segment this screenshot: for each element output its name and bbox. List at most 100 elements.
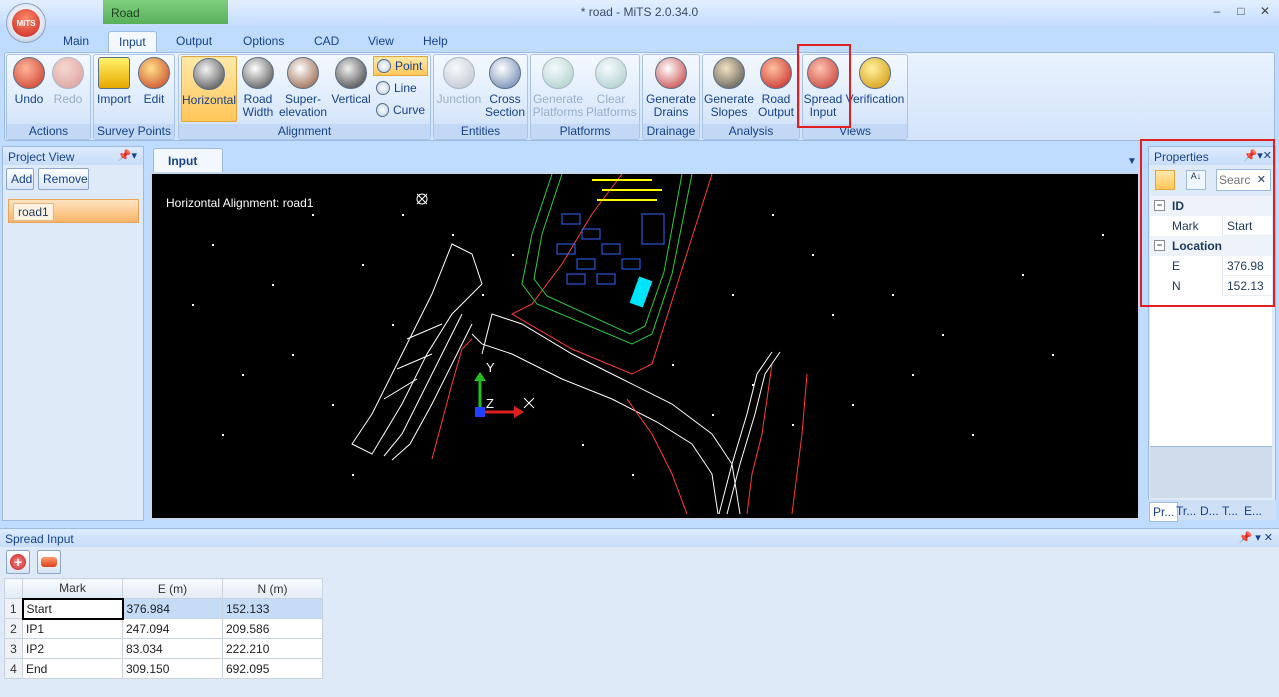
redo-icon: [52, 57, 84, 89]
bottom-tab-d[interactable]: D...: [1197, 502, 1222, 520]
viewport-label: Horizontal Alignment: road1: [166, 196, 314, 210]
add-circle-icon: +: [10, 554, 26, 570]
cross-section-button[interactable]: Cross Section: [484, 56, 526, 122]
bottom-tab-e[interactable]: E...: [1241, 502, 1265, 520]
road-output-button[interactable]: Road Output: [755, 56, 797, 122]
table-row[interactable]: 1 Start 376.984 152.133: [4, 597, 323, 620]
bottom-tab-tr[interactable]: Tr...: [1173, 502, 1199, 520]
table-row[interactable]: 4 End 309.150 692.095: [4, 658, 323, 679]
road-width-icon: [242, 57, 274, 89]
cell-e[interactable]: 376.984: [122, 598, 223, 619]
cell-e[interactable]: 83.034: [122, 638, 223, 659]
generate-platforms-icon: [542, 57, 574, 89]
curve-button[interactable]: Curve: [373, 100, 428, 120]
document-dropdown-icon[interactable]: ▼: [1127, 156, 1137, 167]
curve-icon: [376, 103, 389, 117]
cell-mark[interactable]: End: [22, 658, 123, 679]
properties-highlight: [1140, 139, 1275, 307]
line-icon: [376, 81, 390, 95]
clear-platforms-button[interactable]: Clear Platforms: [586, 56, 637, 122]
junction-button[interactable]: Junction: [435, 56, 483, 122]
cell-n[interactable]: 692.095: [222, 658, 323, 679]
undo-icon: [13, 57, 45, 89]
row-number: 2: [4, 618, 23, 639]
redo-button[interactable]: Redo: [50, 56, 86, 122]
row-number: 3: [4, 638, 23, 659]
tab-options[interactable]: Options: [233, 31, 294, 53]
window-title: * road - MiTS 2.0.34.0: [580, 5, 699, 19]
clear-platforms-icon: [595, 57, 627, 89]
generate-platforms-button[interactable]: Generate Platforms: [532, 56, 584, 122]
pin-dropdown-close-icon[interactable]: 📌 ▾ ✕: [1238, 531, 1273, 544]
cell-n[interactable]: 222.210: [222, 638, 323, 659]
tab-input[interactable]: Input: [108, 31, 157, 53]
verification-icon: [859, 57, 891, 89]
vertical-road-icon: [335, 57, 367, 89]
project-view-header: Project View 📌▾: [3, 147, 143, 165]
add-button[interactable]: Add: [6, 168, 34, 190]
property-description-area: [1150, 446, 1272, 498]
cell-n[interactable]: 152.133: [222, 598, 323, 619]
cell-mark[interactable]: IP2: [22, 638, 123, 659]
table-row[interactable]: 2 IP1 247.094 209.586: [4, 618, 323, 639]
mits-logo-icon: MiTS: [12, 9, 40, 37]
axis-y-label: Y: [486, 360, 495, 375]
minus-icon: [41, 557, 57, 567]
pin-dropdown-icon[interactable]: 📌▾: [118, 149, 137, 162]
cell-e[interactable]: 309.150: [122, 658, 223, 679]
vertical-button[interactable]: Vertical: [330, 56, 372, 122]
import-button[interactable]: Import: [95, 56, 133, 122]
spread-input-highlight: [797, 44, 851, 128]
document-tab-input[interactable]: Input: [153, 148, 223, 172]
import-icon: [98, 57, 130, 89]
undo-button[interactable]: Undo: [9, 56, 49, 122]
minimize-button[interactable]: –: [1206, 4, 1228, 20]
generate-drains-icon: [655, 57, 687, 89]
row-number: 1: [4, 598, 23, 619]
column-header-n[interactable]: N (m): [222, 578, 323, 599]
table-row[interactable]: 3 IP2 83.034 222.210: [4, 638, 323, 659]
edit-icon: [138, 57, 170, 89]
tab-cad[interactable]: CAD: [304, 31, 349, 53]
verification-button[interactable]: Verification: [845, 56, 905, 122]
tab-main[interactable]: Main: [53, 31, 99, 53]
cell-e[interactable]: 247.094: [122, 618, 223, 639]
point-button[interactable]: Point: [373, 56, 428, 76]
point-icon: [377, 59, 391, 73]
road-width-button[interactable]: Road Width: [239, 56, 277, 122]
horizontal-road-icon: [193, 58, 225, 90]
generate-drains-button[interactable]: Generate Drains: [644, 56, 698, 122]
cad-drawing: [192, 174, 1104, 515]
generate-slopes-icon: [713, 57, 745, 89]
cell-mark[interactable]: Start: [21, 597, 124, 620]
row-header-corner: [4, 578, 23, 599]
column-header-mark[interactable]: Mark: [22, 578, 123, 599]
cell-mark[interactable]: IP1: [22, 618, 123, 639]
cad-viewport[interactable]: Horizontal Alignment: road1 Y Z: [150, 172, 1140, 520]
spread-input-header: Spread Input 📌 ▾ ✕: [0, 529, 1279, 547]
generate-slopes-button[interactable]: Generate Slopes: [704, 56, 754, 122]
superelevation-icon: [287, 57, 319, 89]
junction-icon: [443, 57, 475, 89]
tab-output[interactable]: Output: [166, 31, 222, 53]
edit-button[interactable]: Edit: [137, 56, 171, 122]
remove-row-button[interactable]: [37, 550, 61, 574]
column-header-e[interactable]: E (m): [122, 578, 223, 599]
axis-z-label: Z: [486, 396, 494, 411]
line-button[interactable]: Line: [373, 78, 428, 98]
bottom-tab-t[interactable]: T...: [1219, 502, 1241, 520]
remove-button[interactable]: Remove: [38, 168, 89, 190]
close-button[interactable]: ✕: [1254, 4, 1276, 20]
project-item-road1[interactable]: road1: [8, 199, 139, 223]
maximize-button[interactable]: □: [1230, 4, 1252, 20]
row-number: 4: [4, 658, 23, 679]
superelevation-button[interactable]: Super- elevation: [279, 56, 327, 122]
cross-section-icon: [489, 57, 521, 89]
tab-help[interactable]: Help: [413, 31, 458, 53]
tab-view[interactable]: View: [358, 31, 404, 53]
add-row-button[interactable]: +: [6, 550, 30, 574]
cell-n[interactable]: 209.586: [222, 618, 323, 639]
spread-input-table: Mark E (m) N (m) 1 Start 376.984 152.133…: [4, 578, 323, 679]
horizontal-button[interactable]: Horizontal: [181, 56, 237, 122]
application-menu-button[interactable]: MiTS: [6, 3, 46, 43]
